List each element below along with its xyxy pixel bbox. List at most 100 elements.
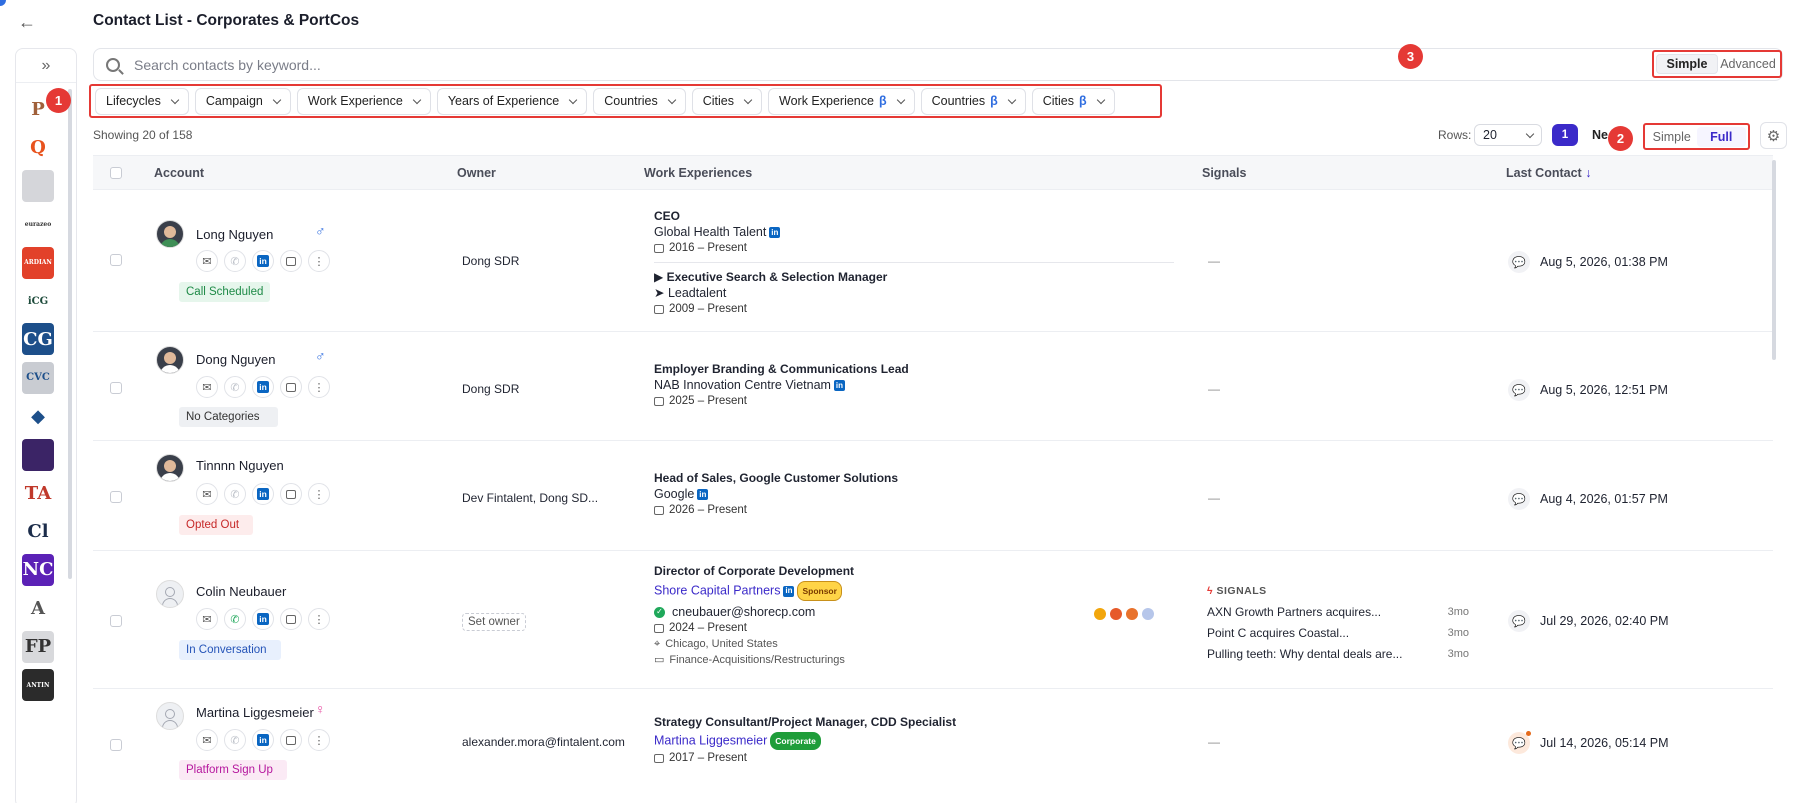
signal-source-icon[interactable] (1126, 608, 1138, 620)
filter-chip[interactable]: Campaign (194, 87, 291, 115)
col-work-experiences[interactable]: Work Experiences (644, 166, 752, 180)
table-row[interactable]: Long Nguyen ♂ ✉ ✆ in ⋮ Call Scheduled Do… (93, 190, 1773, 332)
more-options-icon[interactable]: ⋮ (308, 608, 330, 630)
table-settings-gear-icon[interactable]: ⚙ (1760, 122, 1787, 149)
email-icon[interactable]: ✉ (196, 376, 218, 398)
back-arrow-icon[interactable]: ← (18, 12, 38, 32)
company-name[interactable]: Google in (654, 486, 898, 502)
more-options-icon[interactable]: ⋮ (308, 376, 330, 398)
company-name[interactable]: NAB Innovation Centre Vietnam in (654, 377, 909, 393)
whatsapp-icon[interactable]: ✆ (224, 250, 246, 272)
search-mode-toggle[interactable]: Simple Advanced (1652, 50, 1782, 78)
filter-chip[interactable]: Cities (691, 87, 763, 115)
signal-item[interactable]: AXN Growth Partners acquires... 3mo (1207, 602, 1469, 623)
lifecycle-tag[interactable]: Opted Out (179, 515, 254, 535)
calendar-icon[interactable] (280, 376, 302, 398)
table-row[interactable]: Dong Nguyen ♂ ✉ ✆ in ⋮ No Categories Don… (93, 332, 1773, 441)
company-logo[interactable] (22, 438, 54, 471)
lifecycle-tag[interactable]: No Categories (179, 407, 278, 427)
col-last-contact[interactable]: Last Contact ↓ (1506, 166, 1591, 180)
sidebar-scrollbar[interactable] (68, 89, 72, 579)
company-name[interactable]: Global Health Talent in (654, 224, 1174, 240)
linkedin-icon[interactable]: in (252, 250, 274, 272)
contact-name[interactable]: Colin Neubauer (196, 584, 286, 599)
next-page-button[interactable]: Ne (1592, 128, 1608, 142)
contact-name[interactable]: Dong Nguyen (196, 352, 276, 367)
company-logo[interactable]: ◆ (22, 400, 54, 433)
expand-sidebar-icon[interactable]: » (16, 49, 76, 83)
whatsapp-icon[interactable]: ✆ (224, 376, 246, 398)
calendar-icon[interactable] (280, 483, 302, 505)
linkedin-icon[interactable]: in (697, 489, 709, 501)
lifecycle-tag[interactable]: Call Scheduled (179, 282, 271, 302)
current-page-button[interactable]: 1 (1552, 124, 1578, 146)
company-logo[interactable]: ARDIAN (22, 246, 54, 279)
calendar-icon[interactable] (280, 729, 302, 751)
company-logo[interactable]: eurazeo (22, 208, 54, 241)
owner-name[interactable]: Dong SDR (462, 382, 519, 396)
search-input[interactable] (134, 56, 1534, 73)
signal-source-icon[interactable] (1094, 608, 1106, 620)
mode-simple-option[interactable]: Simple (1656, 54, 1718, 74)
table-row[interactable]: Martina Liggesmeier ♀ ✉ ✆ in ⋮ Platform … (93, 689, 1773, 799)
company-logo[interactable]: CVC (22, 361, 54, 394)
rows-per-page-select[interactable]: 20 (1474, 124, 1542, 146)
company-name[interactable]: ➤ Leadtalent (654, 285, 1174, 301)
company-logo[interactable]: TA (22, 477, 54, 509)
chat-icon[interactable]: 💬 (1508, 610, 1530, 632)
company-link[interactable]: Martina Liggesmeier (654, 733, 767, 747)
row-checkbox[interactable] (110, 254, 122, 266)
lifecycle-tag[interactable]: In Conversation (179, 640, 281, 660)
col-account[interactable]: Account (154, 166, 204, 180)
filter-chip[interactable]: Years of Experience (436, 87, 588, 115)
signal-item[interactable]: Point C acquires Coastal... 3mo (1207, 623, 1469, 644)
company-logo[interactable]: iCG (22, 285, 54, 317)
view-density-toggle[interactable]: Simple Full (1643, 123, 1750, 150)
company-link[interactable]: Shore Capital Partners (654, 583, 780, 597)
company-logo[interactable] (22, 169, 54, 202)
company-name[interactable]: Shore Capital Partners in Sponsor (654, 581, 854, 601)
lifecycle-tag[interactable]: Platform Sign Up (179, 760, 287, 780)
table-row[interactable]: Tinnnn Nguyen ✉ ✆ in ⋮ Opted Out Dev Fin… (93, 441, 1773, 551)
search-bar[interactable] (93, 48, 1783, 81)
filter-chip[interactable]: Cities β (1031, 87, 1115, 115)
calendar-icon[interactable] (280, 250, 302, 272)
linkedin-icon[interactable]: in (833, 380, 845, 392)
table-scrollbar[interactable] (1772, 160, 1776, 360)
filter-chip[interactable]: Work Experience (296, 87, 431, 115)
company-name[interactable]: Martina Liggesmeier Corporate (654, 732, 956, 750)
owner-name[interactable]: Dong SDR (462, 254, 519, 268)
calendar-icon[interactable] (280, 608, 302, 630)
filter-chip[interactable]: Lifecycles (95, 87, 189, 115)
company-logo[interactable]: NC (22, 553, 54, 586)
owner-name[interactable]: Dev Fintalent, Dong SD... (462, 491, 598, 505)
company-logo[interactable]: Cl (22, 515, 54, 548)
view-simple-option[interactable]: Simple (1647, 127, 1697, 147)
company-logo[interactable]: CG (22, 323, 54, 356)
more-options-icon[interactable]: ⋮ (308, 250, 330, 272)
whatsapp-icon[interactable]: ✆ (224, 608, 246, 630)
signal-source-icon[interactable] (1110, 608, 1122, 620)
row-checkbox[interactable] (110, 491, 122, 503)
whatsapp-icon[interactable]: ✆ (224, 729, 246, 751)
signal-source-icon[interactable] (1142, 608, 1154, 620)
contact-name[interactable]: Tinnnn Nguyen (196, 458, 284, 473)
email-icon[interactable]: ✉ (196, 608, 218, 630)
set-owner-button[interactable]: Set owner (462, 613, 526, 631)
company-logo[interactable]: FP (22, 630, 54, 663)
filter-chip[interactable]: Work Experience β (768, 87, 915, 115)
linkedin-icon[interactable]: in (769, 227, 781, 239)
col-owner[interactable]: Owner (457, 166, 496, 180)
linkedin-icon[interactable]: in (783, 585, 795, 597)
table-row[interactable]: Colin Neubauer ✉ ✆ in ⋮ In Conversation … (93, 551, 1773, 689)
signal-item[interactable]: Pulling teeth: Why dental deals are... 3m… (1207, 644, 1469, 665)
chat-icon[interactable]: 💬 (1508, 379, 1530, 401)
chat-unread-icon[interactable]: 💬 (1508, 731, 1531, 754)
contact-name[interactable]: Long Nguyen (196, 227, 273, 242)
linkedin-icon[interactable]: in (252, 729, 274, 751)
linkedin-icon[interactable]: in (252, 483, 274, 505)
email-icon[interactable]: ✉ (196, 729, 218, 751)
filter-chip[interactable]: Countries β (920, 87, 1026, 115)
linkedin-icon[interactable]: in (252, 376, 274, 398)
email-icon[interactable]: ✉ (196, 250, 218, 272)
